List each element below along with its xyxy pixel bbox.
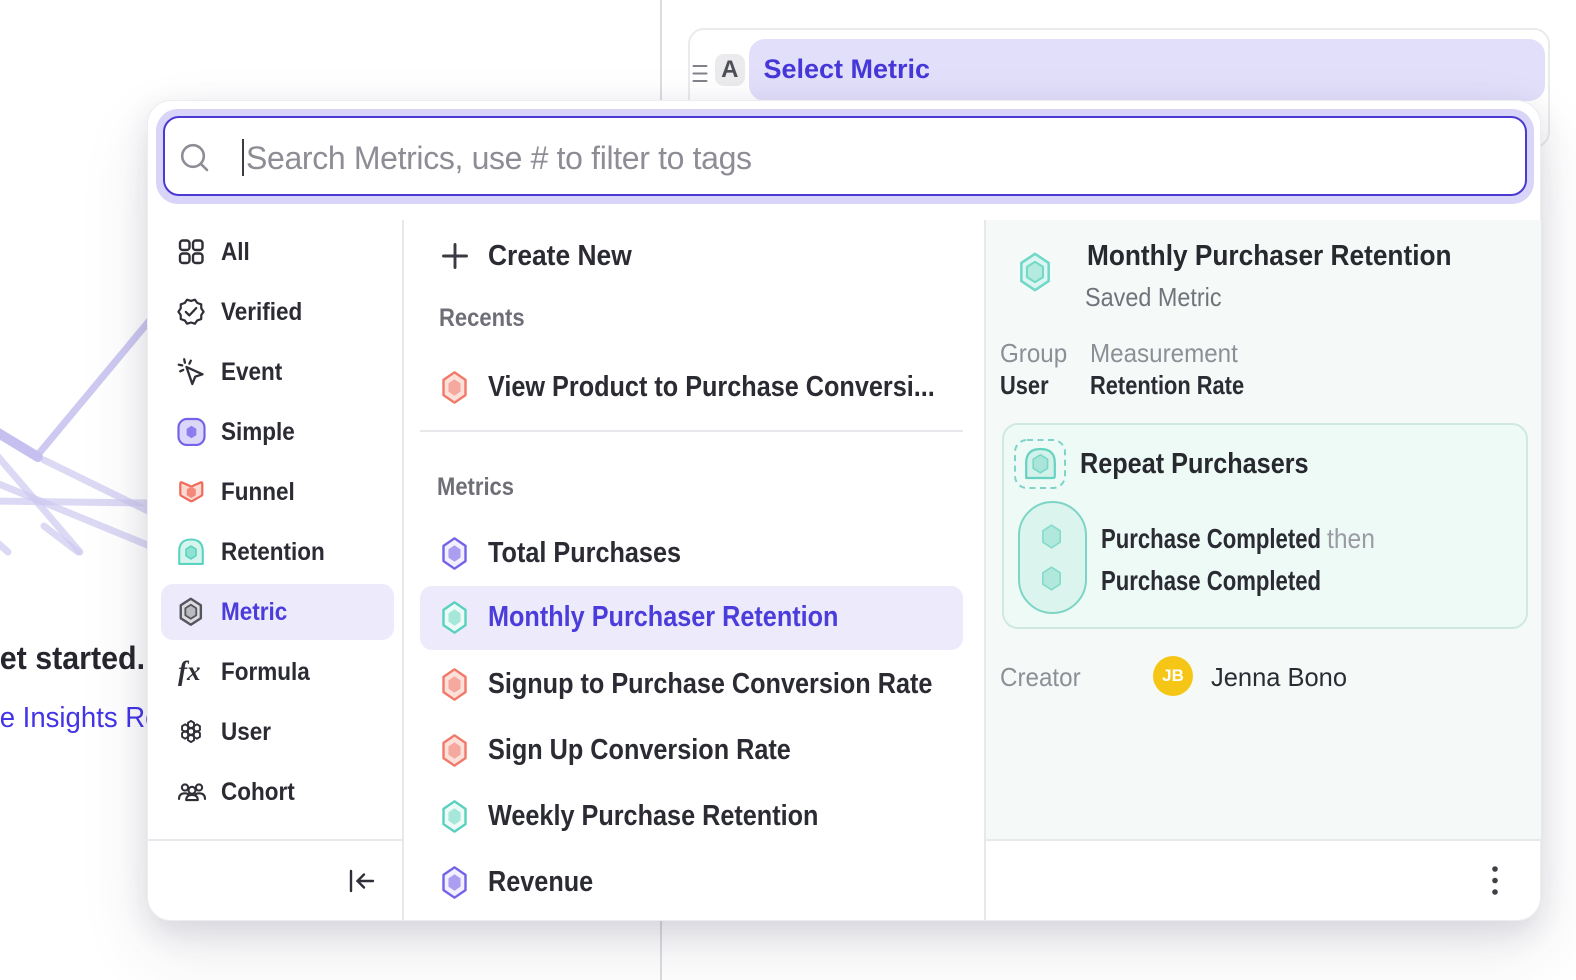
svg-text:fx: fx [178,657,201,686]
